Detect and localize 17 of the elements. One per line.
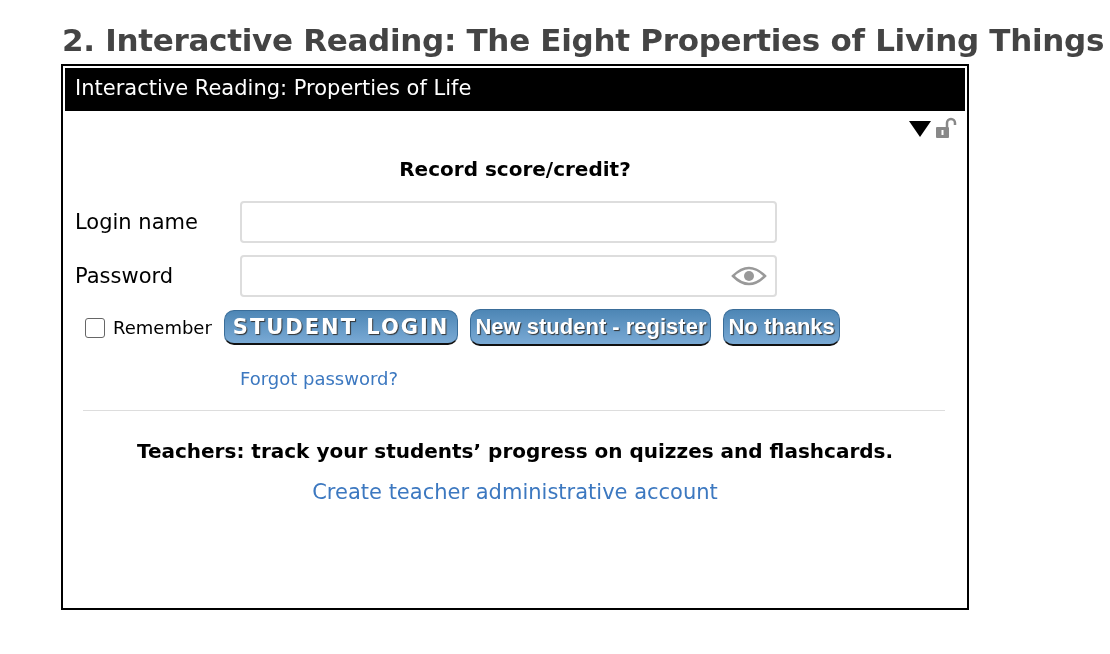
forgot-password-link[interactable]: Forgot password? [240, 368, 399, 389]
eye-icon[interactable] [731, 265, 767, 287]
login-field[interactable] [240, 201, 777, 243]
checkbox-label: Remember [113, 317, 212, 338]
teachers-note: Teachers: track your students’ progress on quizzes and flashcards. [135, 439, 895, 463]
field-label: Login name [75, 210, 199, 234]
remember-checkbox[interactable] [85, 317, 105, 338]
page-heading: 2. Interactive Reading: The Eight Properties of Living Things [62, 22, 1106, 58]
dropdown-triangle-icon[interactable] [909, 119, 931, 137]
panel-title: Interactive Reading: Properties of Life [65, 68, 965, 111]
password-field[interactable] [240, 255, 777, 297]
action-button[interactable]: New student - register [470, 309, 712, 346]
action-button[interactable]: No thanks [723, 309, 840, 346]
field-label: Password [75, 264, 175, 288]
teacher-account-link[interactable]: Create teacher administrative account [312, 480, 718, 504]
login-button[interactable]: STUDENT LOGIN [223, 310, 459, 345]
record-prompt: Record score/credit? [398, 157, 632, 181]
